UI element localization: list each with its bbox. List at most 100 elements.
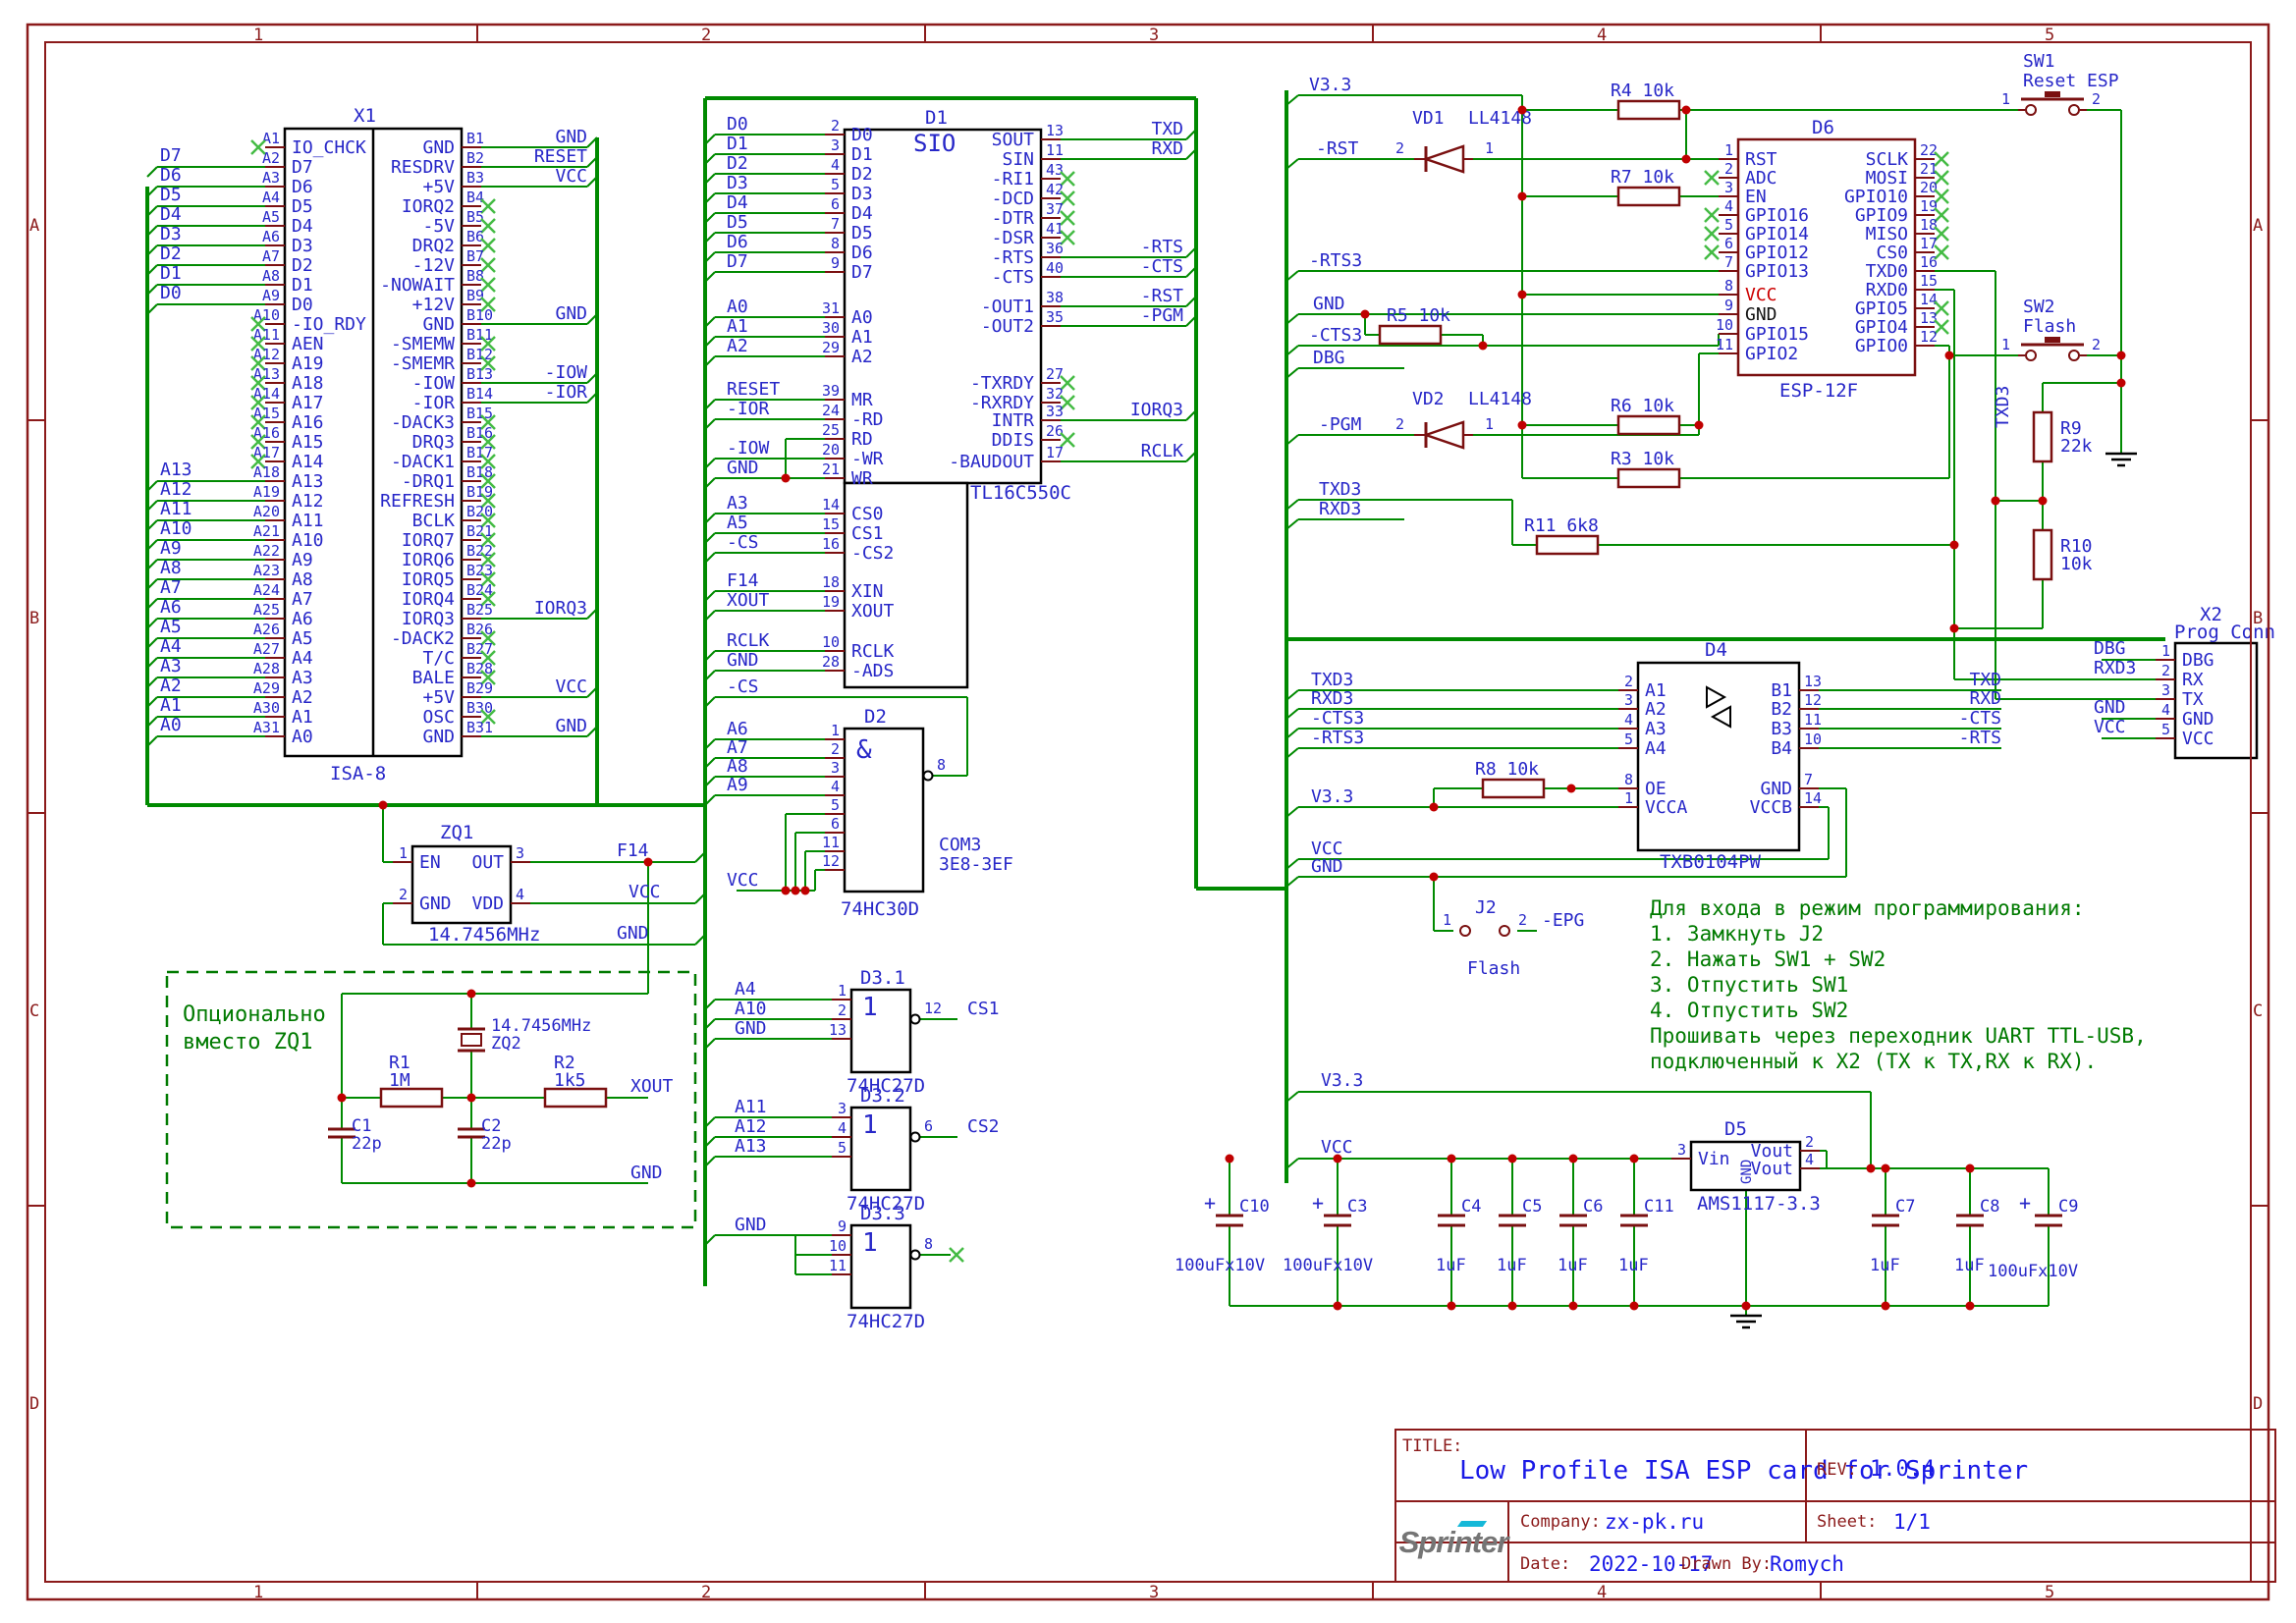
resistor-R8 10k xyxy=(1483,780,1544,797)
value-D4: TXB0104PW xyxy=(1660,851,1762,873)
sprinter-logo: Sprinter xyxy=(1398,1525,1508,1560)
net-label-TXD3: TXD3 xyxy=(1319,479,1361,500)
switch-button xyxy=(2045,337,2060,343)
pin-num-7: 7 xyxy=(831,215,840,233)
cap-ref-C6: C6 xyxy=(1583,1197,1603,1217)
rev-label: REV: xyxy=(1817,1460,1857,1480)
net-label-D5: D5 xyxy=(727,212,748,233)
pin-name-A11: A11 xyxy=(292,511,324,531)
pin-name-GPIO2: GPIO2 xyxy=(1745,344,1798,364)
pin-name--CS2: -CS2 xyxy=(851,543,894,564)
pin-num-A8: A8 xyxy=(262,267,280,285)
net-label--CTS3: -CTS3 xyxy=(1311,708,1364,729)
pin-num-13: 13 xyxy=(1046,122,1064,139)
cap-value: 1uF xyxy=(1497,1256,1527,1275)
diode-value: LL4148 xyxy=(1468,389,1532,409)
pin-name-VCC: VCC xyxy=(2182,729,2214,749)
resistor-label: R6 10k xyxy=(1611,396,1674,416)
pin-num-A6: A6 xyxy=(262,228,280,245)
cap-value: 22p xyxy=(352,1134,382,1154)
net-label--CTS: -CTS xyxy=(1959,708,2001,729)
pin-name-D0: D0 xyxy=(292,295,313,315)
cap-value: 100uFx10V xyxy=(1175,1256,1265,1275)
company-label: Company: xyxy=(1520,1512,1601,1532)
company-value: zx-pk.ru xyxy=(1605,1510,1704,1534)
resistor-label: R4 10k xyxy=(1611,81,1674,101)
junction-dot xyxy=(1630,1155,1639,1163)
pin-num-2: 2 xyxy=(2092,90,2101,108)
pin-name--DSR: -DSR xyxy=(992,228,1035,248)
pin-name-A0: A0 xyxy=(851,307,873,328)
net-label-VCC: VCC xyxy=(1321,1137,1353,1158)
pin-name-IORQ6: IORQ6 xyxy=(402,550,455,570)
junction-dot xyxy=(792,887,800,895)
pin-num-A4: A4 xyxy=(262,189,280,206)
net-label-GND: GND xyxy=(1739,1160,1755,1184)
net-label-CS2: CS2 xyxy=(967,1116,1000,1137)
pin-name-VDD: VDD xyxy=(471,893,504,914)
cap-value: 22p xyxy=(481,1134,512,1154)
pin-name-D6: D6 xyxy=(851,243,873,263)
resistor-R9 xyxy=(2034,412,2051,461)
pin-name-IORQ7: IORQ7 xyxy=(402,530,455,551)
pin-num-A25: A25 xyxy=(253,601,280,619)
pin-name-EN: EN xyxy=(1745,187,1767,207)
net-label-RXD3: RXD3 xyxy=(1319,499,1361,519)
value-D6: ESP-12F xyxy=(1779,380,1858,402)
net-label-A2: A2 xyxy=(727,336,748,356)
pin-name-D4: D4 xyxy=(292,216,313,237)
net-label--PGM: -PGM xyxy=(1319,414,1362,435)
pin-num-8: 8 xyxy=(937,756,946,774)
ref-D3.3: D3.3 xyxy=(860,1203,905,1224)
ref-D1: D1 xyxy=(925,107,948,129)
pin-num-2: 2 xyxy=(1724,160,1733,178)
pin-name-D3: D3 xyxy=(851,184,873,204)
pin-num-B6: B6 xyxy=(466,228,484,245)
junction-dot xyxy=(1430,873,1439,882)
pin-num-11: 11 xyxy=(1046,141,1064,159)
net-label-A6: A6 xyxy=(160,597,182,618)
pin-name-MR: MR xyxy=(851,390,873,410)
pin-num-21: 21 xyxy=(1920,160,1938,178)
pin-num-B10: B10 xyxy=(466,306,493,324)
resistor-value: 1k5 xyxy=(554,1070,586,1091)
pin-num-A2: A2 xyxy=(262,149,280,167)
note-line-2: 1. Замкнуть J2 xyxy=(1650,921,2147,947)
junction-dot xyxy=(338,1094,347,1103)
pin-name-GPIO4: GPIO4 xyxy=(1855,317,1908,338)
pin-name-A17: A17 xyxy=(292,393,324,413)
net-label-A4: A4 xyxy=(735,979,756,1000)
net-label-F14: F14 xyxy=(727,570,759,591)
pin-num-1: 1 xyxy=(2001,336,2010,353)
pin-name--SMEMR: -SMEMR xyxy=(391,353,455,374)
cap-value: 1uF xyxy=(1436,1256,1466,1275)
diode-ref: VD2 xyxy=(1412,389,1445,409)
pin-name-GND: GND xyxy=(422,314,455,335)
pin-num-5: 5 xyxy=(838,1139,847,1157)
net-label-A3: A3 xyxy=(160,656,182,676)
pin-num-15: 15 xyxy=(822,515,840,533)
pin-num-1: 1 xyxy=(838,982,847,1000)
pin-name-GPIO15: GPIO15 xyxy=(1745,324,1809,345)
resistor-R7 10k xyxy=(1618,188,1679,205)
resistor-R2 xyxy=(545,1089,606,1107)
pin-num-32: 32 xyxy=(1046,385,1064,403)
ic-body-D3.1 xyxy=(851,990,910,1072)
net-label-TXD3: TXD3 xyxy=(1311,670,1353,690)
pin-num-3: 3 xyxy=(831,136,840,154)
pin-num-1: 1 xyxy=(2001,90,2010,108)
cap-ref-C9: C9 xyxy=(2058,1197,2078,1217)
net-label-RXD3: RXD3 xyxy=(1311,688,1353,709)
crystal-body xyxy=(462,1034,481,1046)
pin-name-GPIO14: GPIO14 xyxy=(1745,224,1809,244)
pin-num-1: 1 xyxy=(2161,642,2170,660)
frame-col-3: 3 xyxy=(1149,26,1159,45)
junction-dot xyxy=(1695,421,1704,430)
pin-name-D0: D0 xyxy=(851,125,873,145)
cap-ref-C5: C5 xyxy=(1522,1197,1542,1217)
net-label-D3: D3 xyxy=(727,173,748,193)
net-label-A7: A7 xyxy=(727,737,748,758)
pin-num-10: 10 xyxy=(822,633,840,651)
pin-num-A26: A26 xyxy=(253,621,280,638)
gate-out-bubble xyxy=(911,1133,920,1142)
